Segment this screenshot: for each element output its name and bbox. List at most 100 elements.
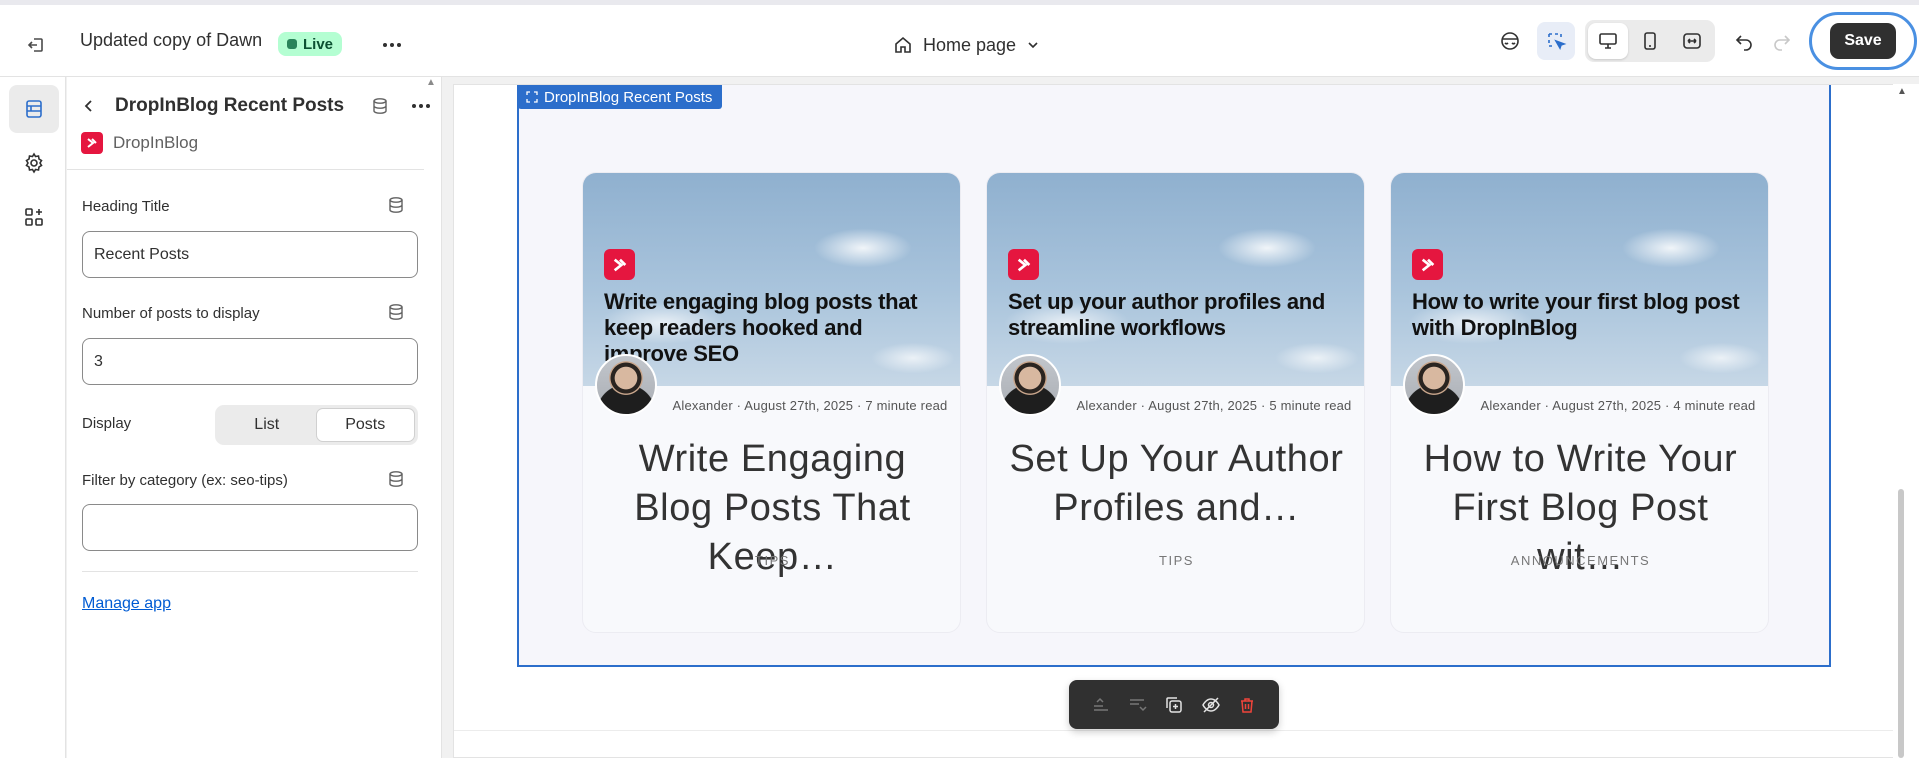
database-icon[interactable] [371, 97, 389, 115]
back-arrow-icon[interactable] [81, 98, 97, 114]
mobile-icon [1644, 32, 1656, 50]
num-posts-label: Number of posts to display [82, 305, 260, 322]
rail-settings-button[interactable] [9, 139, 59, 187]
duplicate-icon [1166, 696, 1182, 713]
display-option-list[interactable]: List [218, 408, 316, 442]
mobile-view-button[interactable] [1630, 23, 1670, 59]
post-thumbnail: Write engaging blog posts that keep read… [583, 173, 960, 386]
fullwidth-view-button[interactable] [1672, 23, 1712, 59]
redo-button[interactable] [1763, 22, 1801, 60]
dropinblog-logo-icon [1008, 249, 1039, 280]
panel-title: DropInBlog Recent Posts [115, 95, 345, 116]
post-category[interactable]: TIPS [583, 553, 960, 568]
thumbnail-title: Write engaging blog posts that keep read… [604, 289, 918, 366]
filter-category-input[interactable] [82, 504, 418, 551]
heading-title-input[interactable]: Recent Posts [82, 231, 418, 278]
app-name: DropInBlog [113, 133, 199, 152]
exit-button[interactable] [18, 27, 54, 63]
manage-app-link[interactable]: Manage app [82, 595, 171, 613]
author-avatar [595, 354, 657, 416]
post-category[interactable]: ANNOUNCEMENTS [1391, 553, 1768, 568]
post-author: Alexander [1076, 398, 1137, 413]
dynamic-source-icon[interactable] [387, 470, 405, 488]
viewport-switcher [1585, 20, 1715, 62]
status-badge: Live [278, 32, 343, 56]
left-rail [0, 77, 66, 758]
heading-title-label: Heading Title [82, 198, 170, 215]
divider [67, 169, 424, 170]
blog-post-card[interactable]: Write engaging blog posts that keep read… [582, 172, 961, 633]
delete-button[interactable] [1232, 690, 1262, 720]
move-up-button[interactable] [1086, 690, 1116, 720]
hide-button[interactable] [1196, 690, 1226, 720]
save-button[interactable]: Save [1830, 23, 1896, 59]
home-icon [895, 36, 911, 53]
more-horizontal-icon [383, 43, 401, 47]
post-read-time: 7 minute read [865, 398, 948, 413]
inspector-button[interactable] [1537, 22, 1575, 60]
undo-button[interactable] [1725, 22, 1763, 60]
thumbnail-title: How to write your first blog post with D… [1412, 289, 1740, 340]
topbar-tools: Save [1491, 5, 1919, 77]
author-avatar [999, 354, 1061, 416]
dynamic-source-icon[interactable] [387, 303, 405, 321]
scroll-up-icon[interactable]: ▲ [1897, 86, 1907, 97]
move-down-button[interactable] [1122, 690, 1152, 720]
scrollbar-thumb[interactable] [1898, 489, 1904, 758]
redo-icon [1774, 35, 1791, 51]
author-avatar [1403, 354, 1465, 416]
panel-scroll-up-icon[interactable]: ▲ [426, 77, 436, 88]
preview-button[interactable] [1491, 22, 1529, 60]
section-floating-toolbar [1069, 680, 1279, 729]
post-read-time: 5 minute read [1269, 398, 1352, 413]
display-label: Display [82, 415, 132, 432]
num-posts-input[interactable]: 3 [82, 338, 418, 385]
apps-icon [25, 208, 43, 226]
fullwidth-icon [1683, 33, 1701, 49]
blog-post-card[interactable]: Set up your author profiles and streamli… [986, 172, 1365, 633]
move-down-icon [1130, 698, 1147, 711]
editor-topbar: Updated copy of Dawn Live Home page Save [0, 0, 1919, 77]
dropinblog-logo-icon [81, 132, 103, 154]
blog-post-card[interactable]: How to write your first blog post with D… [1390, 172, 1769, 633]
dynamic-source-icon[interactable] [387, 196, 405, 214]
dropinblog-logo-icon [604, 249, 635, 280]
rail-apps-button[interactable] [9, 193, 59, 241]
exit-icon [27, 38, 43, 52]
post-thumbnail: Set up your author profiles and streamli… [987, 173, 1364, 386]
live-dot-icon [287, 39, 297, 49]
post-date: August 27th, 2025 [1552, 398, 1662, 413]
rail-sections-button[interactable] [9, 85, 59, 133]
page-selector-label: Home page [923, 34, 1017, 55]
post-title[interactable]: Set Up Your Author Profiles and… [1001, 435, 1352, 533]
post-meta: Alexander · August 27th, 2025 · 5 minute… [1076, 398, 1352, 413]
preview-eye-icon [1501, 32, 1519, 50]
section-tag-label: DropInBlog Recent Posts [544, 88, 713, 106]
more-horizontal-icon[interactable] [411, 103, 431, 109]
preview-scrollbar[interactable]: ▲ [1893, 84, 1919, 758]
theme-preview: DropInBlog Recent Posts Write engaging b… [453, 84, 1898, 758]
duplicate-button[interactable] [1159, 690, 1189, 720]
sections-icon [26, 100, 42, 118]
filter-category-label: Filter by category (ex: seo-tips) [82, 472, 288, 489]
thumbnail-title: Set up your author profiles and streamli… [1008, 289, 1326, 340]
app-source: DropInBlog [81, 132, 198, 154]
desktop-view-button[interactable] [1588, 23, 1628, 59]
move-up-icon [1093, 697, 1108, 711]
chevron-down-icon [1028, 42, 1038, 49]
display-toggle: List Posts [215, 405, 418, 445]
delete-trash-icon [1241, 697, 1254, 713]
save-highlight: Save [1809, 12, 1917, 70]
display-option-posts[interactable]: Posts [315, 408, 415, 442]
post-date: August 27th, 2025 [744, 398, 854, 413]
settings-gear-icon [25, 152, 43, 174]
selected-section[interactable]: DropInBlog Recent Posts Write engaging b… [517, 85, 1831, 667]
post-date: August 27th, 2025 [1148, 398, 1258, 413]
page-selector[interactable]: Home page [893, 29, 1040, 61]
post-thumbnail: How to write your first blog post with D… [1391, 173, 1768, 386]
post-author: Alexander [672, 398, 733, 413]
theme-name: Updated copy of Dawn [80, 30, 263, 50]
post-meta: Alexander · August 27th, 2025 · 4 minute… [1480, 398, 1756, 413]
post-category[interactable]: TIPS [987, 553, 1364, 568]
theme-actions-button[interactable] [376, 29, 408, 61]
